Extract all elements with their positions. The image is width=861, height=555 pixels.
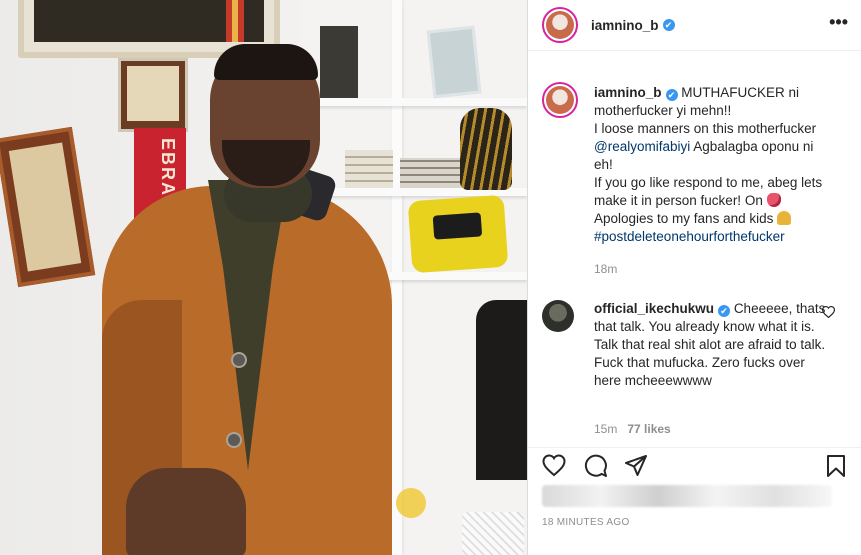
comment-text: official_ikechukwu ✔ Cheeeee, thats that … — [594, 300, 830, 390]
blurred-likes-row — [542, 485, 832, 507]
hashtag-link[interactable]: #postdeleteonehourforthefucker — [594, 228, 848, 246]
person-figure — [0, 0, 527, 555]
hands — [126, 468, 246, 555]
caption: iamnino_b ✔ MUTHAFUCKER ni motherfucker y… — [542, 82, 852, 246]
mention-link[interactable]: @realyomifabiyi — [594, 139, 690, 154]
emoji-heart-icon — [766, 193, 781, 207]
header-username[interactable]: iamnino_b — [591, 18, 659, 33]
comment-icon[interactable] — [584, 454, 608, 478]
coat-button — [231, 352, 247, 368]
post-photo[interactable]: EBRATION — [0, 0, 527, 555]
hair — [214, 44, 318, 80]
caption-line: Agbalagba oponu ni — [693, 139, 814, 154]
caption-avatar[interactable] — [542, 82, 578, 118]
more-icon[interactable]: ••• — [829, 12, 848, 33]
coat-button — [226, 432, 242, 448]
caption-line: eh! — [594, 157, 613, 172]
action-bar — [528, 447, 861, 487]
comment-username[interactable]: official_ikechukwu — [594, 301, 714, 316]
comment-line: Cheeeee, — [733, 301, 793, 316]
avatar[interactable] — [542, 7, 578, 43]
caption-line: make it in person fucker! On — [594, 193, 763, 208]
heart-icon[interactable] — [542, 454, 566, 478]
caption-line: Apologies to my fans and kids — [594, 211, 774, 226]
caption-line: I loose manners on this motherfucker — [594, 121, 817, 136]
comment-avatar[interactable] — [542, 300, 574, 332]
caption-username[interactable]: iamnino_b — [594, 85, 662, 100]
comment-likes[interactable]: 77 likes — [627, 422, 670, 436]
post-header: iamnino_b ✔ ••• — [528, 0, 861, 51]
verified-icon: ✔ — [665, 89, 678, 101]
caption-line: motherfucker yi mehn!! — [594, 103, 732, 118]
post-timestamp[interactable]: 18 MINUTES AGO — [542, 517, 630, 528]
emoji-pray-icon — [777, 211, 792, 225]
verified-icon: ✔ — [662, 19, 675, 31]
comment: official_ikechukwu ✔ Cheeeee, thats that … — [542, 300, 852, 390]
comment-like-heart-icon[interactable] — [822, 306, 835, 318]
caption-line: MUTHAFUCKER ni — [681, 85, 800, 100]
comment-meta: 15m 77 likes — [594, 422, 671, 436]
verified-icon: ✔ — [718, 305, 731, 317]
watermark-logo — [396, 488, 426, 518]
comment-line: mcheeewwww — [624, 373, 712, 388]
share-icon[interactable] — [624, 454, 648, 478]
caption-text: iamnino_b ✔ MUTHAFUCKER ni motherfucker y… — [594, 84, 848, 246]
caption-line: If you go like respond to me, abeg lets — [594, 175, 823, 190]
post-panel: iamnino_b ✔ ••• iamnino_b ✔ MUTHAFUCKER n… — [527, 0, 861, 555]
caption-time[interactable]: 18m — [594, 262, 617, 276]
comment-time[interactable]: 15m — [594, 422, 617, 436]
bookmark-icon[interactable] — [824, 454, 848, 478]
